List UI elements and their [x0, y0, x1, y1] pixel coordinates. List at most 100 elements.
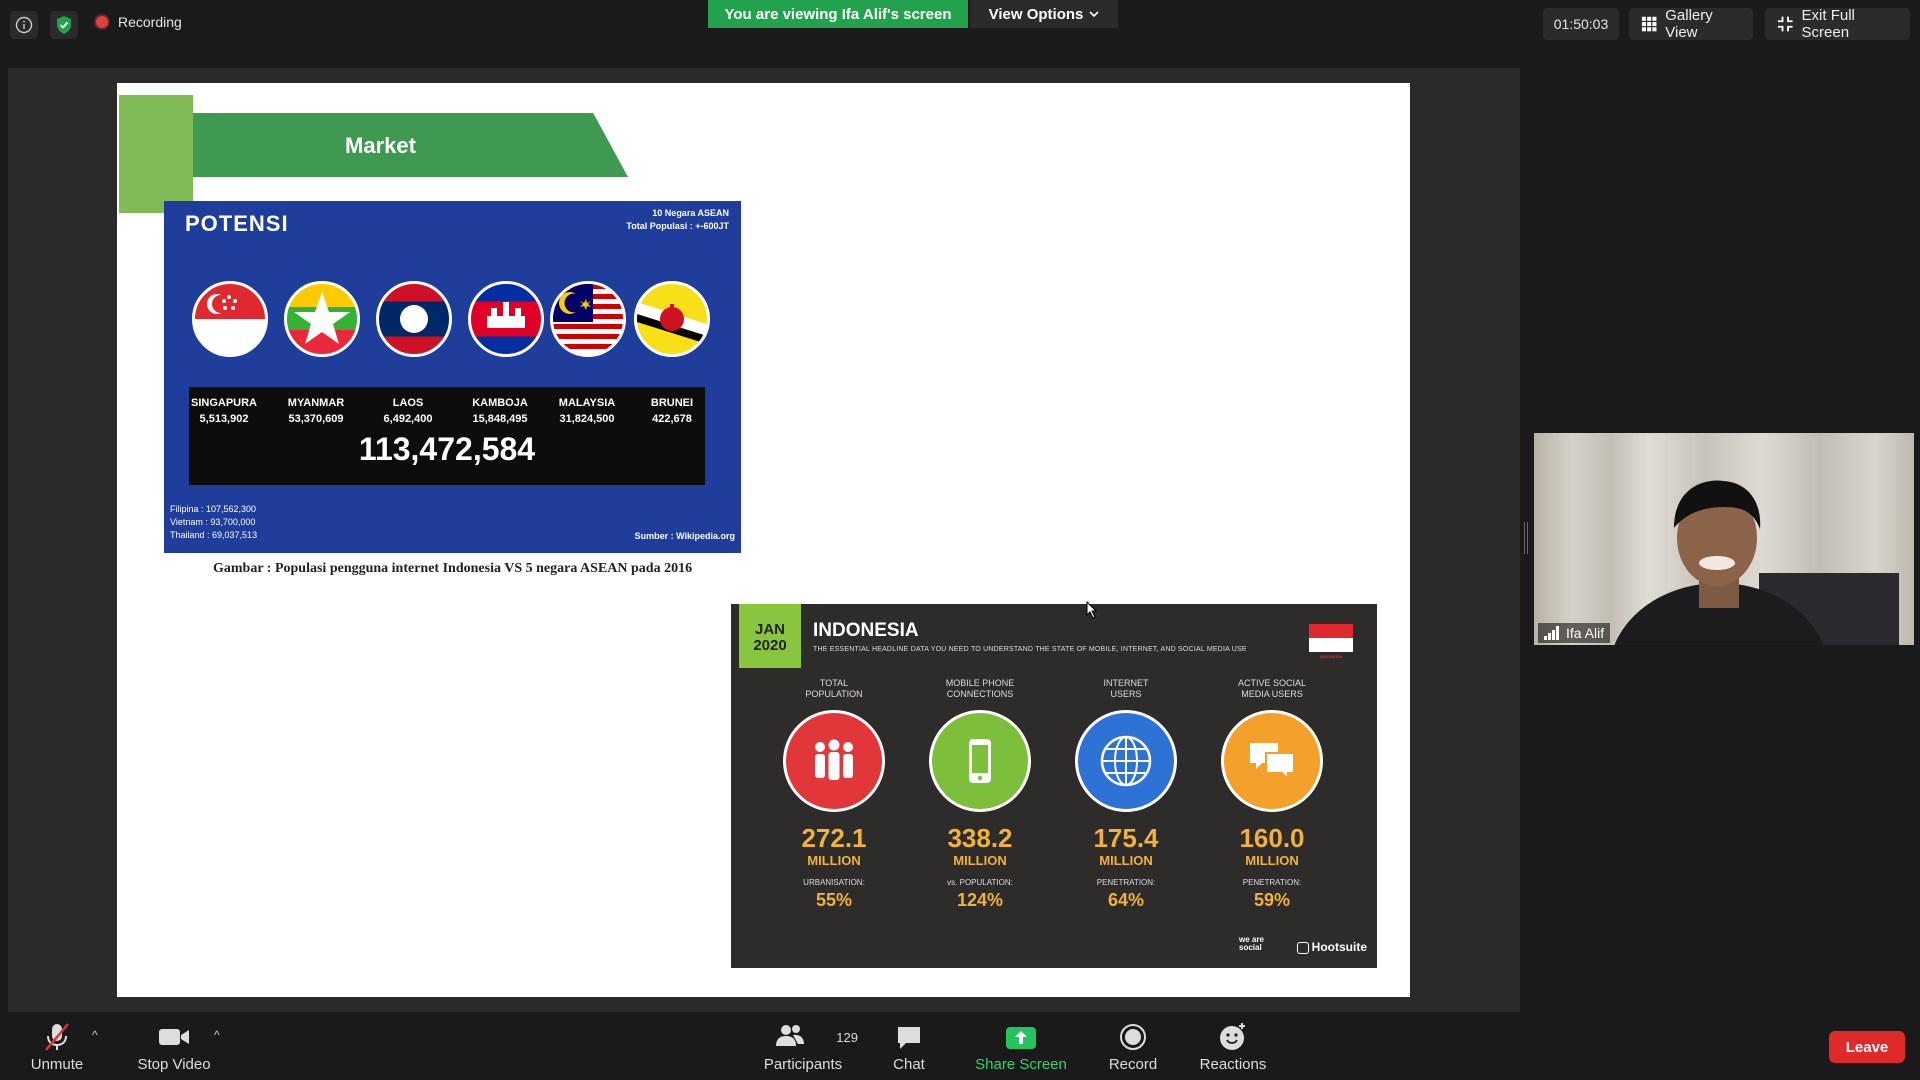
stat-label-line1: INTERNET [1103, 678, 1149, 688]
exit-full-screen-button[interactable]: Exit Full Screen [1765, 7, 1910, 41]
video-options-caret-icon[interactable]: ^ [214, 1028, 220, 1042]
leave-button[interactable]: Leave [1829, 1031, 1905, 1063]
myanmar-flag-icon [284, 281, 360, 357]
stat-label: INTERNET USERS [1053, 678, 1199, 702]
country-population: 422,678 [652, 413, 692, 425]
other-country-line: Vietnam : 93,700,000 [170, 517, 256, 527]
hootsuite-logo: Hootsuite [1296, 940, 1367, 954]
gallery-view-label: Gallery View [1665, 7, 1713, 41]
participants-button[interactable]: 129 Participants [748, 1022, 858, 1073]
potensi-subtitle-line2: Total Populasi : +-600JT [626, 221, 729, 231]
encryption-shield-icon[interactable] [50, 11, 78, 39]
audio-options-caret-icon[interactable]: ^ [92, 1028, 98, 1042]
view-options-label: View Options [988, 5, 1084, 23]
stat-unit: MILLION [807, 853, 861, 868]
indonesia-title: INDONESIA [813, 620, 919, 641]
participants-label: Participants [763, 1056, 843, 1073]
potensi-infographic: POTENSI 10 Negara ASEAN Total Populasi :… [164, 201, 741, 553]
reactions-button[interactable]: Reactions [1178, 1022, 1288, 1073]
country-name: MALAYSIA [558, 397, 616, 409]
country-name: KAMBOJA [472, 397, 528, 409]
grid-icon [1641, 16, 1657, 32]
country-name: BRUNEI [650, 397, 694, 409]
indonesia-flag-icon [1309, 624, 1353, 652]
participant-video-tile[interactable]: Ifa Alif [1534, 433, 1914, 645]
stop-video-button[interactable]: Stop Video [119, 1022, 229, 1073]
stat-label-line2: CONNECTIONS [946, 689, 1014, 699]
country-singapura: SINGAPURA 5,513,902 [181, 395, 267, 427]
meeting-timer: 01:50:03 [1543, 8, 1619, 40]
stat-sublabel: PENETRATION: [1096, 878, 1156, 887]
other-country-line: Filipina : 107,562,300 [170, 504, 257, 514]
stat-label-line1: ACTIVE SOCIAL [1237, 678, 1307, 688]
hootsuite-label: Hootsuite [1311, 940, 1367, 954]
potensi-subtitle: 10 Negara ASEAN Total Populasi : +-600JT [626, 207, 729, 233]
share-screen-button[interactable]: Share Screen [966, 1022, 1076, 1073]
other-countries: Filipina : 107,562,300 Vietnam : 93,700,… [170, 503, 257, 542]
exit-full-screen-label: Exit Full Screen [1801, 7, 1855, 41]
stat-unit: MILLION [1245, 853, 1299, 868]
stat-label: ACTIVE SOCIAL MEDIA USERS [1199, 678, 1345, 702]
video-camera-icon [159, 1029, 189, 1045]
laos-flag-icon [376, 281, 452, 357]
country-name: SINGAPURA [190, 397, 257, 409]
country-brunei: BRUNEI 422,678 [629, 395, 715, 427]
stat-value: 160.0 [1239, 823, 1305, 853]
potensi-title: POTENSI [185, 211, 289, 236]
chat-bubble-icon [1221, 710, 1323, 812]
country-population: 5,513,902 [199, 413, 249, 425]
country-myanmar: MYANMAR 53,370,609 [273, 395, 359, 427]
stat-value: 175.4 [1093, 823, 1159, 853]
stat-total-population: TOTAL POPULATION 272.1 MILLION URBANISATI… [761, 678, 907, 912]
country-name: MYANMAR [287, 397, 345, 409]
stat-label-line2: POPULATION [805, 689, 863, 699]
meeting-toolbar: Unmute ^ Stop Video ^ 129 Participants C… [0, 1012, 1920, 1080]
chat-button[interactable]: Chat [854, 1022, 964, 1073]
country-kamboja: KAMBOJA 15,848,495 [457, 395, 543, 427]
view-options-button[interactable]: View Options [970, 0, 1118, 28]
figure-caption: Gambar : Populasi pengguna internet Indo… [213, 561, 693, 576]
share-screen-label: Share Screen [975, 1056, 1067, 1073]
stat-unit: MILLION [953, 853, 1007, 868]
exit-fullscreen-icon [1777, 16, 1793, 32]
participant-name: Ifa Alif [1566, 625, 1605, 641]
panel-resize-handle[interactable] [1524, 522, 1528, 554]
owl-icon [1296, 941, 1309, 954]
share-screen-icon [1006, 1027, 1036, 1049]
stat-percent: 55% [815, 890, 853, 910]
info-icon[interactable] [10, 11, 38, 39]
stat-social-media-users: ACTIVE SOCIAL MEDIA USERS 160.0 MILLION P… [1199, 678, 1345, 912]
other-country-line: Thailand : 69,037,513 [170, 530, 258, 540]
globe-icon [1075, 710, 1177, 812]
recording-dot-icon [96, 16, 108, 28]
recording-indicator[interactable]: Recording [96, 14, 182, 30]
header-accent-small [119, 183, 144, 213]
reactions-label: Reactions [1199, 1056, 1267, 1073]
participant-name-tag: Ifa Alif [1538, 623, 1611, 643]
stat-label-line2: MEDIA USERS [1241, 689, 1303, 699]
stat-label-line1: MOBILE PHONE [945, 678, 1015, 688]
recording-label: Recording [118, 14, 182, 30]
stat-label-line2: USERS [1110, 689, 1142, 699]
country-population: 15,848,495 [472, 413, 528, 425]
participant-avatar [1614, 480, 1899, 645]
potensi-subtitle-line1: 10 Negara ASEAN [652, 208, 729, 218]
country-population: 6,492,400 [383, 413, 433, 425]
chat-label: Chat [893, 1056, 925, 1073]
singapore-flag-icon [192, 281, 268, 357]
indonesia-date-badge: JAN 2020 [739, 604, 801, 668]
stat-label: MOBILE PHONE CONNECTIONS [907, 678, 1053, 702]
brunei-flag-icon [634, 281, 710, 357]
unmute-label: Unmute [30, 1056, 84, 1073]
gallery-view-button[interactable]: Gallery View [1629, 7, 1753, 41]
viewing-banner: You are viewing Ifa Alif's screen [708, 0, 968, 28]
population-total: 113,472,584 [358, 431, 536, 467]
date-year: 2020 [753, 637, 787, 654]
people-icon [783, 710, 885, 812]
record-button[interactable]: Record [1078, 1022, 1188, 1073]
stat-percent: 59% [1253, 890, 1291, 910]
mobile-phone-icon [929, 710, 1031, 812]
country-name: LAOS [392, 397, 424, 409]
stat-label-line1: TOTAL [819, 678, 849, 688]
signal-strength-icon [1544, 626, 1559, 640]
